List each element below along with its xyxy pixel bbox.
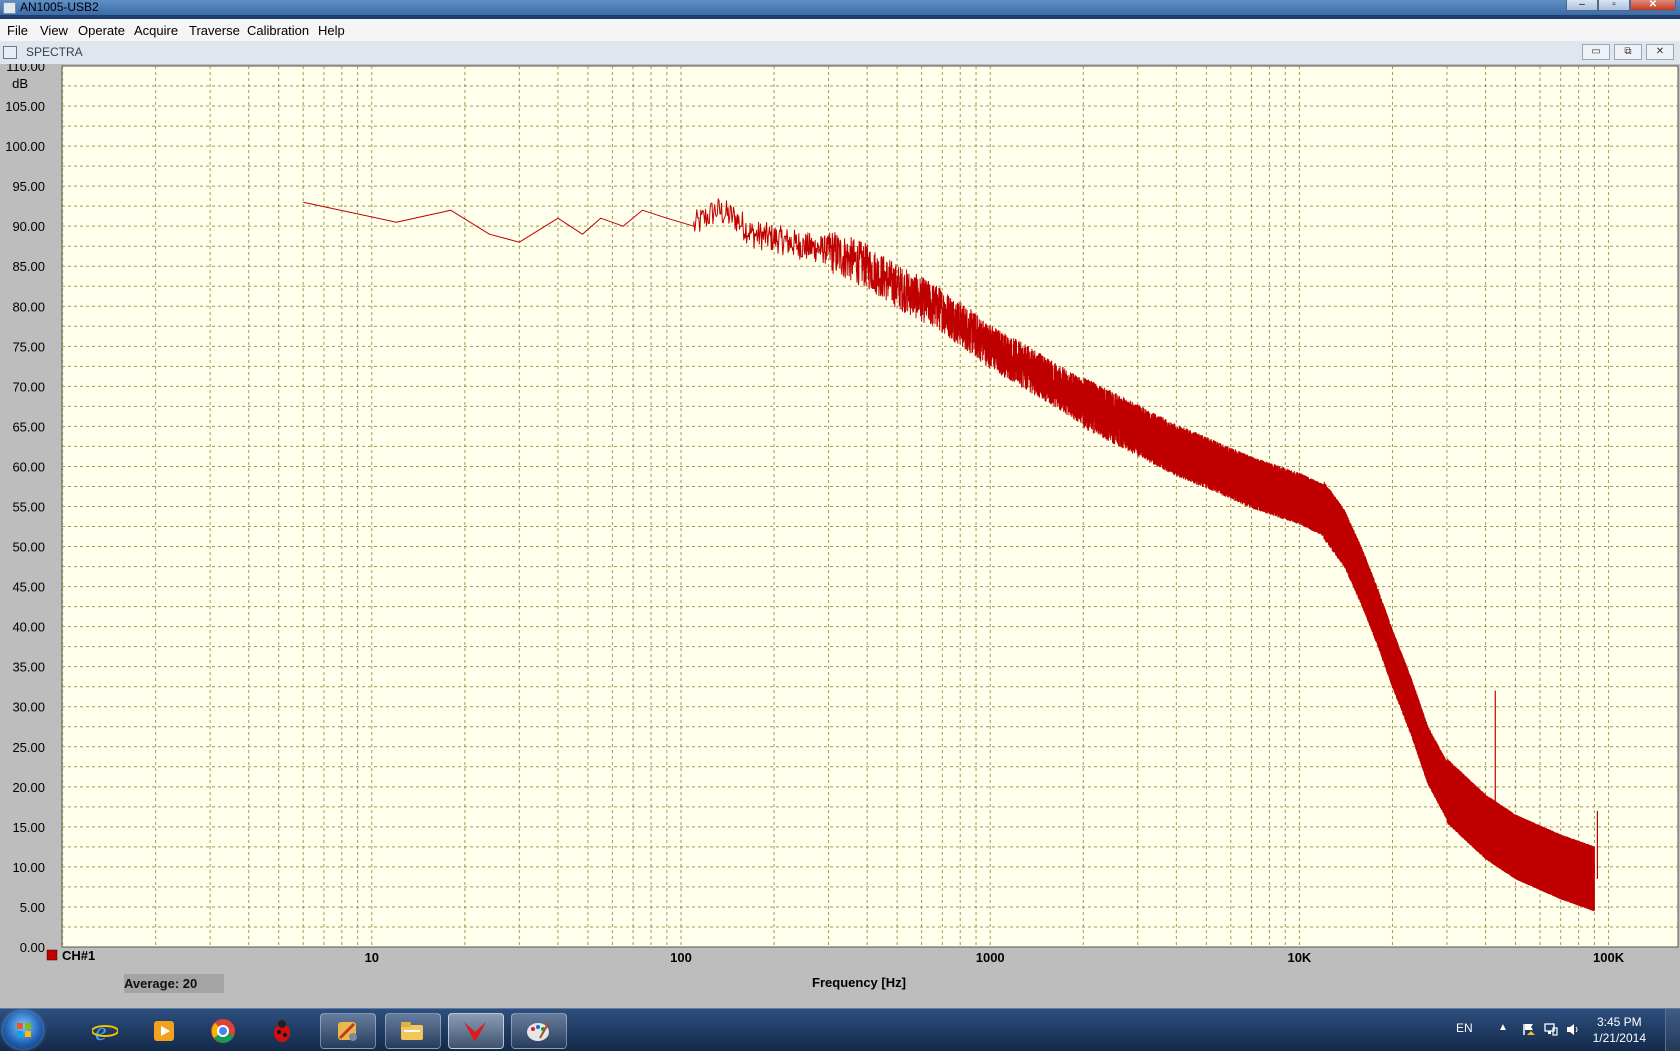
taskbar-explorer[interactable] — [385, 1013, 441, 1049]
clock-time: 3:45 PM — [1596, 1015, 1642, 1029]
y-tick-label: 95.00 — [12, 179, 45, 194]
maximize-button[interactable]: ▫ — [1598, 0, 1630, 11]
show-desktop-button[interactable] — [1665, 1009, 1680, 1051]
x-tick-label: 100K — [1593, 950, 1625, 965]
menu-view[interactable]: View — [40, 23, 68, 38]
x-axis-label: Frequency [Hz] — [812, 975, 906, 990]
menu-file[interactable]: File — [7, 23, 28, 38]
system-tray: EN ▲ 3:45 PM 1/21/2014 — [1440, 1009, 1680, 1051]
mdi-minimize-button[interactable]: ▭ — [1582, 44, 1610, 60]
x-tick-label: 10 — [365, 950, 379, 965]
spectrum-chart-panel: 0.00 5.00 10.00 15.00 20.00 25.00 30.00 35.00 40… — [0, 64, 1680, 1008]
y-tick-label: 65.00 — [12, 419, 45, 434]
language-indicator[interactable]: EN — [1456, 1021, 1473, 1035]
legend-swatch — [46, 949, 58, 961]
menu-operate[interactable]: Operate — [78, 23, 125, 38]
y-tick-label: 70.00 — [12, 379, 45, 394]
an1005-app-icon — [464, 1022, 486, 1042]
y-tick-label: 100.00 — [5, 139, 45, 154]
paint-palette-icon — [527, 1021, 550, 1041]
y-tick-label: 40.00 — [12, 620, 45, 635]
show-hidden-icons-icon[interactable]: ▲ — [1498, 1022, 1508, 1033]
menu-acquire[interactable]: Acquire — [134, 23, 178, 38]
minimize-button[interactable]: – — [1566, 0, 1598, 11]
spectra-window-header: SPECTRA ▭ ⧉ ✕ — [0, 41, 1680, 65]
menu-bar: File View Operate Acquire Traverse Calib… — [0, 19, 1680, 42]
y-tick-label: 10.00 — [12, 860, 45, 875]
y-tick-label: 0.00 — [20, 940, 45, 955]
windows-flag-icon — [17, 1023, 31, 1037]
mdi-close-button[interactable]: ✕ — [1646, 44, 1674, 60]
action-center-flag-icon[interactable] — [1522, 1023, 1536, 1036]
average-readout: Average: 20 — [124, 974, 224, 993]
menu-help[interactable]: Help — [318, 23, 345, 38]
internet-explorer-icon: e — [92, 1018, 118, 1044]
y-tick-label: 45.00 — [12, 580, 45, 595]
y-tick-label: 90.00 — [12, 219, 45, 234]
y-tick-label: 50.00 — [12, 540, 45, 555]
y-tick-label: 105.00 — [5, 99, 45, 114]
taskbar-media-player[interactable] — [137, 1013, 193, 1049]
y-tick-label: 20.00 — [12, 780, 45, 795]
chrome-icon — [211, 1019, 235, 1043]
window-title: AN1005-USB2 — [20, 0, 99, 14]
taskbar-paint[interactable] — [511, 1013, 567, 1049]
x-tick-label: 100 — [670, 950, 692, 965]
y-tick-label: 25.00 — [12, 740, 45, 755]
y-tick-label: 110.00 — [6, 64, 45, 74]
y-tick-label: 55.00 — [12, 500, 45, 515]
title-bar: AN1005-USB2 – ▫ ✕ — [0, 0, 1680, 15]
media-player-icon — [154, 1021, 174, 1041]
y-axis-label: dB — [12, 76, 28, 91]
taskbar-bug-app[interactable] — [255, 1013, 311, 1049]
tools-icon — [338, 1022, 357, 1041]
y-tick-label: 60.00 — [12, 459, 45, 474]
y-tick-label: 85.00 — [12, 259, 45, 274]
taskbar-clock[interactable]: 3:45 PM 1/21/2014 — [1593, 1014, 1646, 1046]
y-tick-label: 75.00 — [12, 339, 45, 354]
y-tick-label: 5.00 — [20, 900, 45, 915]
menu-traverse[interactable]: Traverse — [189, 23, 240, 38]
y-tick-label: 30.00 — [12, 700, 45, 715]
svg-text:e: e — [95, 1018, 107, 1044]
start-button[interactable] — [3, 1011, 43, 1049]
y-tick-label: 80.00 — [12, 299, 45, 314]
spectra-window-icon — [3, 46, 17, 59]
taskbar-tools-app[interactable] — [320, 1013, 376, 1049]
x-tick-label: 10K — [1287, 950, 1311, 965]
x-tick-label: 1000 — [976, 950, 1005, 965]
volume-icon[interactable] — [1566, 1023, 1580, 1036]
taskbar-chrome[interactable] — [196, 1013, 252, 1049]
clock-date: 1/21/2014 — [1592, 1031, 1646, 1045]
y-tick-label: 35.00 — [12, 660, 45, 675]
spectrum-chart: 0.00 5.00 10.00 15.00 20.00 25.00 30.00 35.00 40… — [5, 64, 1679, 990]
spectra-window-title: SPECTRA — [26, 45, 83, 59]
folder-icon — [401, 1022, 423, 1040]
close-button[interactable]: ✕ — [1630, 0, 1676, 11]
taskbar-an1005-app[interactable] — [448, 1013, 504, 1049]
ladybug-icon — [274, 1020, 290, 1042]
mdi-restore-button[interactable]: ⧉ — [1614, 44, 1642, 60]
y-tick-label: 15.00 — [12, 820, 45, 835]
legend-label: CH#1 — [62, 948, 95, 963]
taskbar-internet-explorer[interactable]: e — [78, 1013, 134, 1049]
network-icon[interactable] — [1544, 1023, 1558, 1036]
app-icon — [3, 2, 16, 14]
taskbar: e EN ▲ 3:45 PM 1/21/2014 — [0, 1008, 1680, 1051]
menu-calibration[interactable]: Calibration — [247, 23, 309, 38]
